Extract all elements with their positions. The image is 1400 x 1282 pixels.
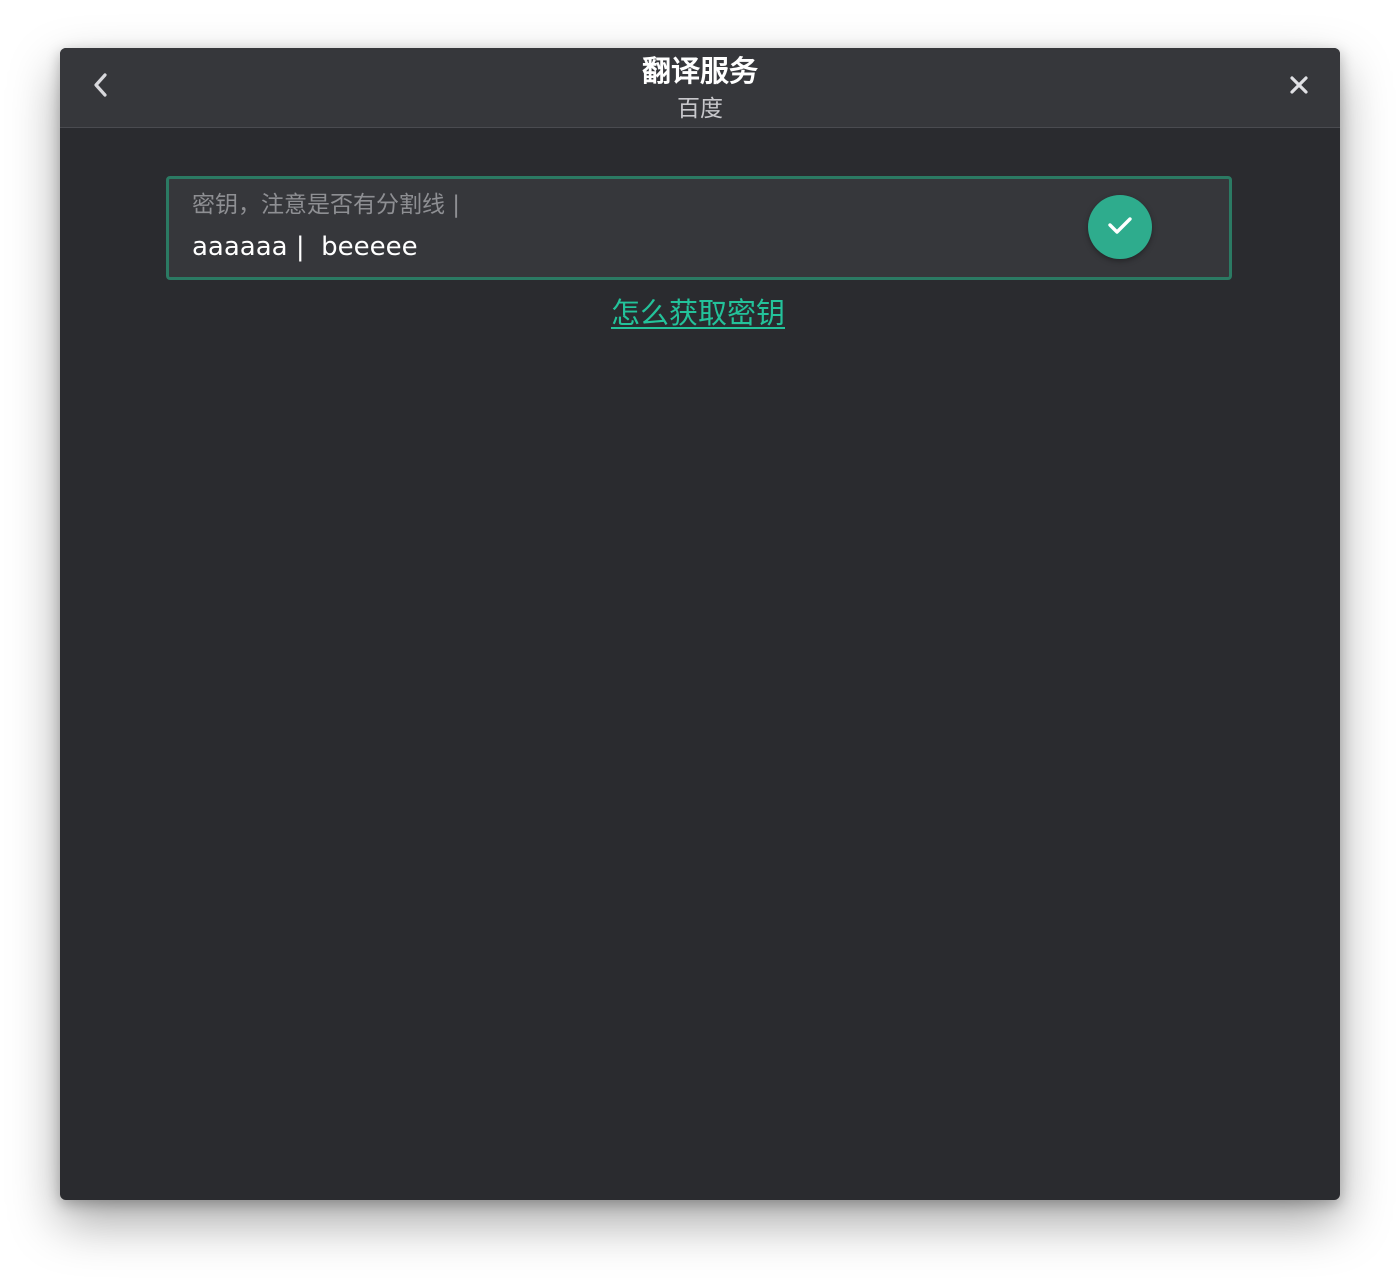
titlebar: 翻译服务 百度 xyxy=(60,48,1340,128)
confirm-button[interactable] xyxy=(1088,195,1152,259)
check-icon xyxy=(1106,214,1134,240)
page-subtitle: 百度 xyxy=(677,96,723,122)
api-key-label: 密钥，注意是否有分割线 | xyxy=(192,192,461,218)
close-button[interactable] xyxy=(1282,70,1316,104)
dialog-window: 翻译服务 百度 密钥，注意是否有分割线 | 怎么获取密钥 xyxy=(60,48,1340,1200)
page-title: 翻译服务 xyxy=(641,54,758,88)
api-key-field: 密钥，注意是否有分割线 | xyxy=(166,176,1232,280)
how-to-get-key-link[interactable]: 怎么获取密钥 xyxy=(60,294,1336,332)
close-icon xyxy=(1289,75,1309,99)
api-key-input[interactable] xyxy=(192,229,1052,265)
